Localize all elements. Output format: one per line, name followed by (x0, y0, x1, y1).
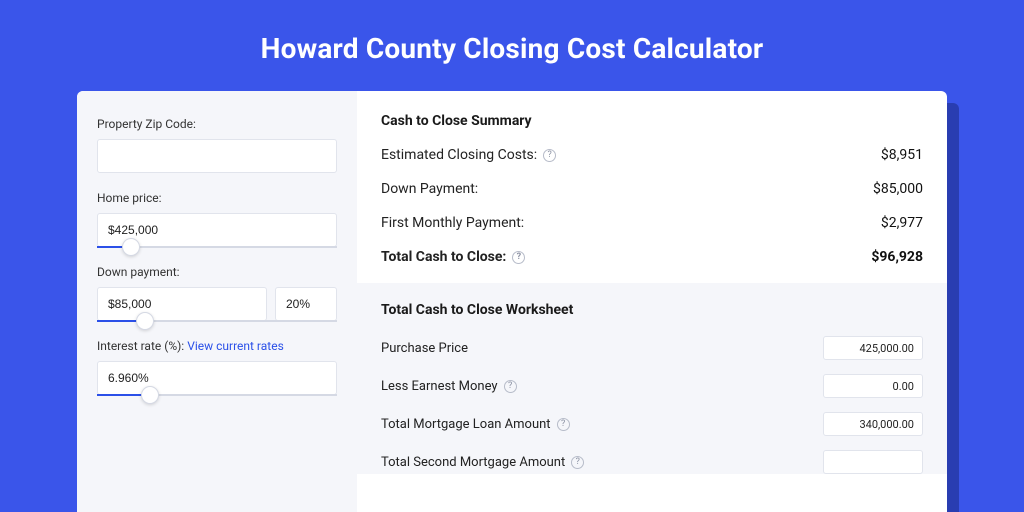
worksheet-row-value[interactable] (823, 450, 923, 474)
results-panel: Cash to Close Summary Estimated Closing … (357, 91, 947, 512)
interest-slider-knob[interactable] (141, 386, 159, 404)
summary-row-value: $8,951 (881, 147, 923, 163)
help-icon[interactable]: ? (512, 251, 525, 264)
interest-group: Interest rate (%): View current rates (97, 339, 337, 395)
summary-row-label: First Monthly Payment: (381, 215, 524, 231)
down-payment-slider[interactable] (97, 320, 337, 322)
worksheet-row-value[interactable]: 340,000.00 (823, 412, 923, 436)
home-price-group: Home price: (97, 191, 337, 247)
home-price-label: Home price: (97, 191, 337, 205)
worksheet-row: Total Mortgage Loan Amount? 340,000.00 (381, 412, 923, 436)
summary-rows: Estimated Closing Costs:? $8,951 Down Paym… (381, 147, 923, 231)
help-icon[interactable]: ? (504, 380, 517, 393)
down-payment-input[interactable] (97, 287, 267, 321)
summary-row-label: Down Payment: (381, 181, 478, 197)
down-payment-label: Down payment: (97, 265, 337, 279)
help-icon[interactable]: ? (571, 456, 584, 469)
summary-row-value: $85,000 (873, 181, 923, 197)
worksheet-row: Purchase Price 425,000.00 (381, 336, 923, 360)
worksheet-rows: Purchase Price 425,000.00 Less Earnest Mon… (381, 336, 923, 474)
summary-row-label: Estimated Closing Costs: (381, 147, 537, 163)
worksheet-row-label: Less Earnest Money (381, 379, 498, 394)
summary-row-value: $2,977 (881, 215, 923, 231)
zip-label: Property Zip Code: (97, 117, 337, 131)
page-title: Howard County Closing Cost Calculator (0, 0, 1024, 65)
worksheet-row-value[interactable]: 0.00 (823, 374, 923, 398)
interest-input[interactable] (97, 361, 337, 395)
summary-total-value: $96,928 (871, 249, 923, 265)
worksheet-title: Total Cash to Close Worksheet (381, 302, 923, 318)
inputs-panel: Property Zip Code: Home price: Down paym… (77, 91, 357, 512)
worksheet-panel: Total Cash to Close Worksheet Purchase P… (357, 284, 947, 474)
summary-total-row: Total Cash to Close: ? $96,928 (381, 249, 923, 265)
summary-row: First Monthly Payment: $2,977 (381, 215, 923, 231)
down-payment-group: Down payment: (97, 265, 337, 321)
summary-row: Estimated Closing Costs:? $8,951 (381, 147, 923, 163)
zip-input[interactable] (97, 139, 337, 173)
interest-slider[interactable] (97, 394, 337, 396)
home-price-slider-knob[interactable] (122, 238, 140, 256)
help-icon[interactable]: ? (557, 418, 570, 431)
worksheet-row-value[interactable]: 425,000.00 (823, 336, 923, 360)
help-icon[interactable]: ? (543, 149, 556, 162)
down-payment-pct-input[interactable] (275, 287, 337, 321)
interest-label: Interest rate (%): View current rates (97, 339, 337, 353)
interest-label-text: Interest rate (%): (97, 339, 187, 353)
worksheet-row: Less Earnest Money? 0.00 (381, 374, 923, 398)
summary-row: Down Payment: $85,000 (381, 181, 923, 197)
zip-group: Property Zip Code: (97, 117, 337, 173)
worksheet-row-label: Total Mortgage Loan Amount (381, 417, 551, 432)
worksheet-row-label: Total Second Mortgage Amount (381, 455, 565, 470)
calculator-card: Property Zip Code: Home price: Down paym… (77, 91, 947, 512)
view-rates-link[interactable]: View current rates (187, 339, 284, 353)
home-price-slider[interactable] (97, 246, 337, 248)
worksheet-row: Total Second Mortgage Amount? (381, 450, 923, 474)
summary-total-label: Total Cash to Close: (381, 249, 506, 265)
summary-title: Cash to Close Summary (381, 113, 923, 129)
down-payment-slider-knob[interactable] (136, 312, 154, 330)
worksheet-row-label: Purchase Price (381, 341, 468, 356)
